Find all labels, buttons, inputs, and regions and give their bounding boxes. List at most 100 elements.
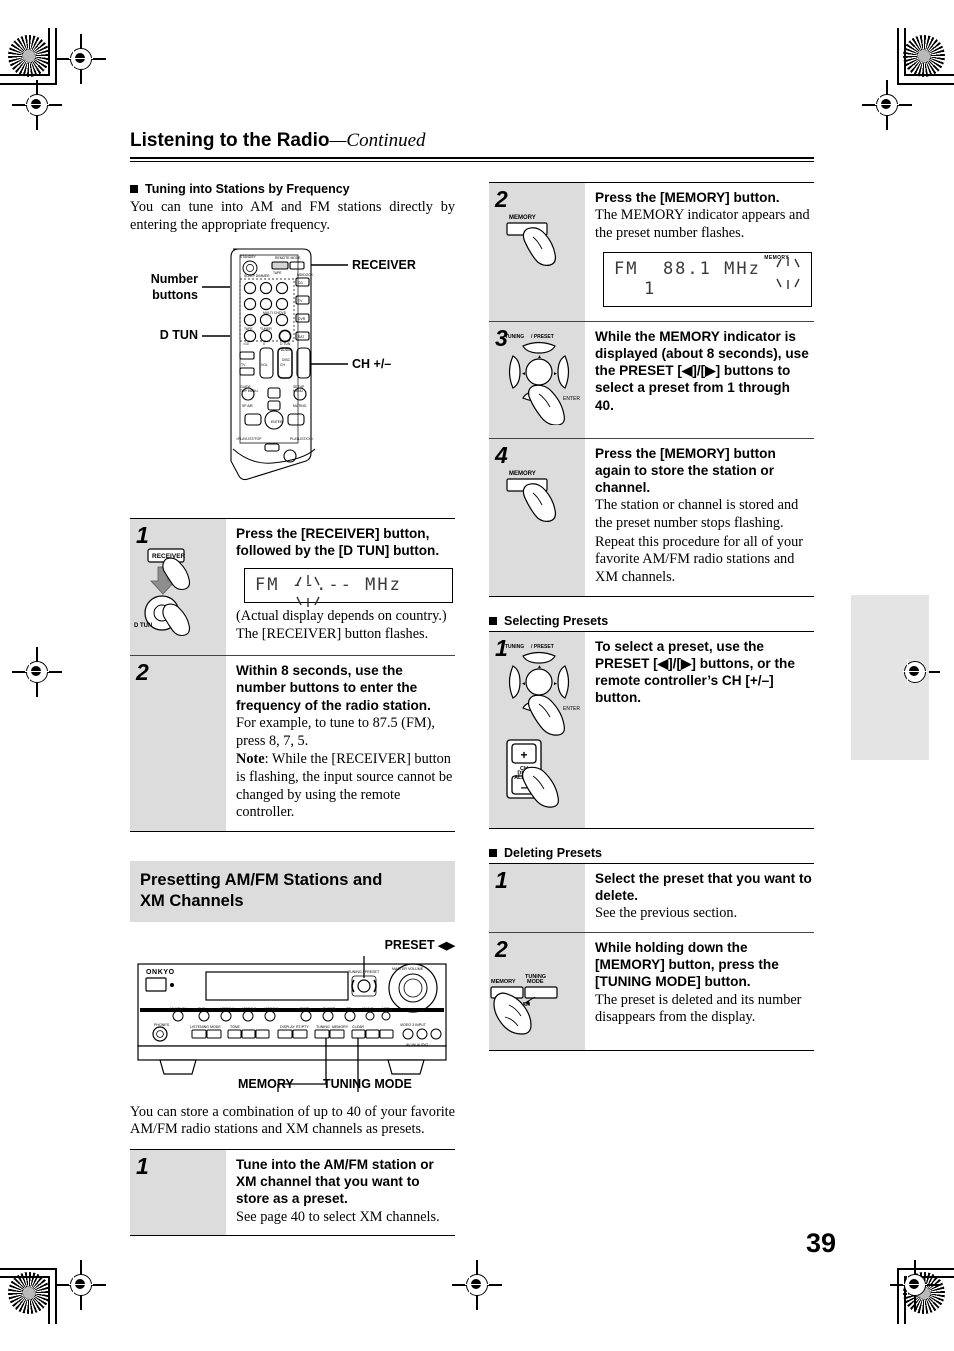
lcd-preset-number: 1 xyxy=(644,278,657,299)
table-row: 1 Select the preset that you want to del… xyxy=(489,863,814,933)
svg-text:TAPE: TAPE xyxy=(273,271,282,275)
step-number: 2 xyxy=(495,935,508,962)
receiver-dtun-press-art: RECEIVER D TUN xyxy=(134,548,191,637)
step-number-cell: 1 xyxy=(489,863,585,932)
svg-text:ENTER: ENTER xyxy=(563,396,580,402)
svg-text:TUNING: TUNING xyxy=(505,334,524,340)
step-sub-1: The preset is deleted and its number dis… xyxy=(595,991,802,1026)
callout-tuning-mode: TUNING MODE xyxy=(323,1076,412,1091)
svg-text:PHONES: PHONES xyxy=(154,1023,170,1027)
svg-text:►: ► xyxy=(553,371,558,377)
svg-text:MUTING: MUTING xyxy=(293,404,307,408)
step-number-cell: 1 RECEIVER D TUN xyxy=(130,519,226,656)
step-number-cell: 2 MEMORY TUNING MODE CLEAR xyxy=(489,932,585,1050)
table-row: 3 TUNING / PRESET ▲ ◄ ► ENTER While the … xyxy=(489,321,814,439)
svg-text:TAPE: TAPE xyxy=(244,327,253,331)
svg-text:0: 0 xyxy=(263,342,265,346)
lcd-display-fm-frequency: FM 88.1 MHz 1 MEMORY xyxy=(603,251,812,307)
svg-text:TAPE: TAPE xyxy=(300,1007,310,1011)
block-heading-line1: Presetting AM/FM Stations and xyxy=(140,870,383,889)
svg-text:MENU: MENU xyxy=(293,389,304,393)
registration-mark-top-left xyxy=(56,34,106,84)
svg-text:DVD: DVD xyxy=(279,311,287,315)
table-row: 2 MEMORY Press the [MEMORY] button. The … xyxy=(489,183,814,322)
svg-text:MD/DOCK: MD/DOCK xyxy=(297,273,314,277)
left-column: Tuning into Stations by Frequency You ca… xyxy=(130,182,455,1237)
svg-text:DISC: DISC xyxy=(282,358,291,362)
step-body: To select a preset, use the PRESET [◀]/[… xyxy=(585,632,814,828)
step-number: 2 xyxy=(136,659,149,686)
svg-text:TUNER: TUNER xyxy=(260,327,272,331)
memory-button-press-art-2: MEMORY xyxy=(506,471,557,522)
page-title-continued: —Continued xyxy=(329,130,426,151)
svg-text:AV IN/ AUDIO: AV IN/ AUDIO xyxy=(406,1043,429,1047)
table-row: 2 Within 8 seconds, use the number butto… xyxy=(130,656,455,832)
step-number-cell: 3 TUNING / PRESET ▲ ◄ ► ENTER xyxy=(489,321,585,438)
svg-text:<PLAYLIST/TOP: <PLAYLIST/TOP xyxy=(236,437,262,441)
svg-text:STANDBY: STANDBY xyxy=(240,255,257,259)
right-column: 2 MEMORY Press the [MEMORY] button. The … xyxy=(489,182,814,1236)
svg-text:VIDEO 3: VIDEO 3 xyxy=(264,1007,278,1011)
svg-text:SAT: SAT xyxy=(298,335,304,339)
svg-text:VIDEO 2: VIDEO 2 xyxy=(242,1007,256,1011)
page-title-main: Listening to the Radio xyxy=(130,130,330,151)
svg-text:MULTI CH: MULTI CH xyxy=(263,311,279,315)
svg-text:ENTER: ENTER xyxy=(563,706,580,712)
memory-button-press-art: MEMORY xyxy=(506,215,557,266)
deleting-presets-table: 1 Select the preset that you want to del… xyxy=(489,862,814,1051)
bullet-square-icon xyxy=(130,185,138,193)
callout-preset-label: PRESET xyxy=(384,937,435,952)
bullet-square-icon xyxy=(489,616,497,625)
svg-text:/ PRESET: / PRESET xyxy=(531,644,554,650)
registration-mark-mid-left xyxy=(12,647,62,697)
registration-mark-bottom-center xyxy=(452,1260,502,1310)
thumb-index-tab xyxy=(851,595,929,760)
svg-text:▲: ▲ xyxy=(537,354,542,360)
svg-text:REMOTE MODE: REMOTE MODE xyxy=(275,256,301,260)
dial-and-ch-button-art: TUNING / PRESET ▲◄►▼ ENT xyxy=(505,644,580,808)
svg-text:MEMORY: MEMORY xyxy=(332,1025,349,1029)
callout-receiver: RECEIVER xyxy=(352,258,416,273)
svg-text:TONE: TONE xyxy=(230,1025,241,1029)
svg-text:VIDEO 3 INPUT: VIDEO 3 INPUT xyxy=(400,1023,427,1027)
selecting-presets-table: 1 TUNING / PRESET ▲ ◄ ► ENTER + CH – To … xyxy=(489,630,814,829)
note-text: : While the [RECEIVER] button is flashin… xyxy=(236,751,453,821)
table-row: 1 Tune into the AM/FM station or XM chan… xyxy=(130,1149,455,1237)
step-sub-1: (Actual display depends on country.) xyxy=(236,607,447,624)
svg-text:TUNER: TUNER xyxy=(323,1007,336,1011)
step-number-cell: 2 MEMORY xyxy=(489,183,585,321)
section-heading-label: Deleting Presets xyxy=(504,845,602,860)
svg-text:D TUN: D TUN xyxy=(134,623,152,629)
svg-text:/ PRESET: / PRESET xyxy=(531,334,554,340)
svg-text:MEMORY: MEMORY xyxy=(509,215,536,221)
svg-text:>10: >10 xyxy=(243,342,249,346)
svg-text:MODE: MODE xyxy=(527,979,544,985)
color-target-top-right xyxy=(903,35,945,77)
step-number-cell: 1 xyxy=(130,1149,226,1236)
svg-text:DISPLAY: DISPLAY xyxy=(280,1025,296,1029)
step-body: Tune into the AM/FM station or XM channe… xyxy=(226,1150,455,1235)
step-body: While the MEMORY indicator is displayed … xyxy=(585,322,814,438)
step-sub-1: See page 40 to select XM channels. xyxy=(236,1208,440,1225)
note-label: Note xyxy=(236,751,265,768)
callout-preset: PRESET ◀▶ xyxy=(385,938,455,952)
color-target-bottom-right xyxy=(903,1272,945,1314)
callout-number-buttons-line1: Number xyxy=(150,272,198,287)
step-sub-1: See the previous section. xyxy=(595,905,738,922)
bullet-square-icon xyxy=(489,848,497,857)
table-row: 4 MEMORY Press the [MEMORY] button again… xyxy=(489,438,814,597)
callout-ch-plus-minus: CH +/– xyxy=(352,357,392,372)
section-heading-deleting-presets: Deleting Presets xyxy=(489,846,814,860)
svg-text:ENTER: ENTER xyxy=(271,420,283,424)
step-sub-1: For example, to tune to 87.5 (FM), press… xyxy=(236,714,435,749)
lcd-display-blank-frequency: FM --.-- MHz xyxy=(244,567,453,607)
svg-text:TUNING: TUNING xyxy=(505,644,524,650)
lcd-memory-indicator-label: MEMORY xyxy=(764,254,789,261)
svg-text:VOL: VOL xyxy=(261,363,268,367)
svg-text:MEMORY: MEMORY xyxy=(509,471,536,477)
step-sub-1: The MEMORY indicator appears and the pre… xyxy=(595,207,810,241)
callout-number-buttons: Number buttons xyxy=(130,272,198,303)
step-body: Press the [MEMORY] button. The MEMORY in… xyxy=(585,183,814,321)
step-title: While the MEMORY indicator is displayed … xyxy=(595,328,809,413)
step-title: While holding down the [MEMORY] button, … xyxy=(595,939,779,990)
